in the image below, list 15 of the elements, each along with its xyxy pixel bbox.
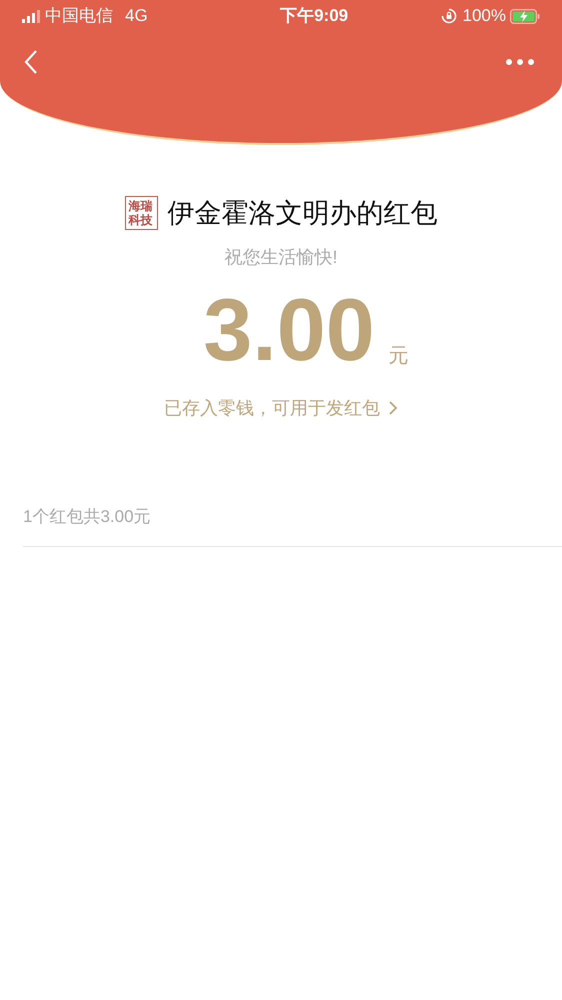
clock: 下午9:09 [279,5,348,28]
network-type: 4G [125,5,148,28]
chevron-right-icon [388,400,398,416]
greeting-text: 祝您生活愉快! [224,246,338,268]
carrier-name: 中国电信 [45,5,113,28]
sender-title: 伊金霍洛文明办的红包 [168,197,438,230]
summary-text: 1个红包共3.00元 [23,506,151,526]
wallet-link[interactable]: 已存入零钱，可用于发红包 [164,394,398,422]
rotation-lock-icon [440,8,456,24]
currency-unit: 元 [388,344,409,368]
battery-charging-icon [510,8,540,24]
signal-icon [22,10,40,22]
battery-percentage: 100% [462,5,506,28]
sender-logo: 海瑞科技 [124,196,158,230]
amount-value: 3.00 [203,284,375,374]
